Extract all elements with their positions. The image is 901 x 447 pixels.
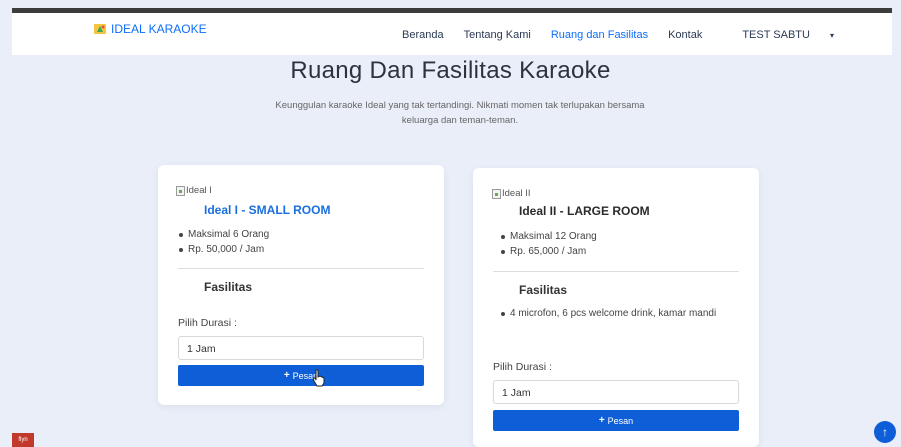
facilities-title: Fasilitas (204, 280, 253, 294)
caret-down-icon: ▾ (829, 31, 834, 40)
pesan-button[interactable]: + Pesan (178, 365, 424, 386)
pesan-button[interactable]: + Pesan (493, 410, 739, 431)
facilities-list: 4 microfon, 6 pcs welcome drink, kamar m… (500, 306, 730, 321)
room-title: Ideal I - SMALL ROOM (204, 203, 331, 217)
user-name: TEST SABTU (742, 29, 810, 41)
room-image-alt: Ideal II (502, 188, 531, 199)
broken-image-icon (492, 188, 501, 199)
room-card-large: Ideal II Ideal II - LARGE ROOM Maksimal … (473, 168, 759, 447)
duration-select[interactable]: 1 Jam (178, 336, 424, 360)
user-dropdown[interactable]: TEST SABTU ▾ (722, 29, 834, 41)
room-image: Ideal II (492, 188, 531, 199)
brand-name: IDEAL KARAOKE (111, 22, 207, 36)
brand-logo[interactable]: IDEAL KARAOKE (93, 22, 207, 36)
nav-link-beranda[interactable]: Beranda (402, 29, 444, 41)
room-card-small: Ideal I Ideal I - SMALL ROOM Maksimal 6 … (158, 165, 444, 405)
facility-item: 4 microfon, 6 pcs welcome drink, kamar m… (500, 306, 730, 321)
nav-link-kontak[interactable]: Kontak (668, 29, 702, 41)
divider (178, 268, 424, 269)
plus-icon: + (598, 415, 605, 426)
hand-cursor-icon (312, 369, 326, 392)
divider (493, 271, 739, 272)
plus-icon: + (283, 370, 290, 381)
duration-label: Pilih Durasi : (178, 317, 237, 329)
duration-label: Pilih Durasi : (493, 361, 552, 373)
duration-select[interactable]: 1 Jam (493, 380, 739, 404)
room-features: Maksimal 6 Orang Rp. 50,000 / Jam (178, 227, 269, 257)
room-features: Maksimal 12 Orang Rp. 65,000 / Jam (500, 229, 597, 259)
broken-image-icon (176, 185, 185, 196)
nav-link-ruang-dan-fasilitas[interactable]: Ruang dan Fasilitas (551, 29, 648, 41)
facilities-title: Fasilitas (519, 283, 568, 297)
feature-item: Maksimal 12 Orang (500, 229, 597, 244)
feature-item: Maksimal 6 Orang (178, 227, 269, 242)
page-subtitle: Keunggulan karaoke Ideal yang tak tertan… (275, 100, 645, 126)
corner-badge[interactable]: flyn (12, 433, 34, 447)
room-image: Ideal I (176, 185, 212, 196)
room-title: Ideal II - LARGE ROOM (519, 204, 650, 218)
arrow-up-icon: ↑ (882, 425, 888, 439)
navbar: IDEAL KARAOKE Beranda Tentang Kami Ruang… (12, 13, 892, 55)
scroll-to-top-button[interactable]: ↑ (874, 421, 896, 443)
feature-item: Rp. 50,000 / Jam (178, 242, 269, 257)
feature-item: Rp. 65,000 / Jam (500, 244, 597, 259)
karaoke-logo-icon (93, 22, 107, 36)
room-image-alt: Ideal I (186, 185, 212, 196)
page-title: Ruang Dan Fasilitas Karaoke (290, 57, 611, 84)
pesan-button-label: Pesan (607, 415, 634, 426)
nav-link-tentang-kami[interactable]: Tentang Kami (464, 29, 531, 41)
nav-menu: Beranda Tentang Kami Ruang dan Fasilitas… (382, 29, 834, 41)
